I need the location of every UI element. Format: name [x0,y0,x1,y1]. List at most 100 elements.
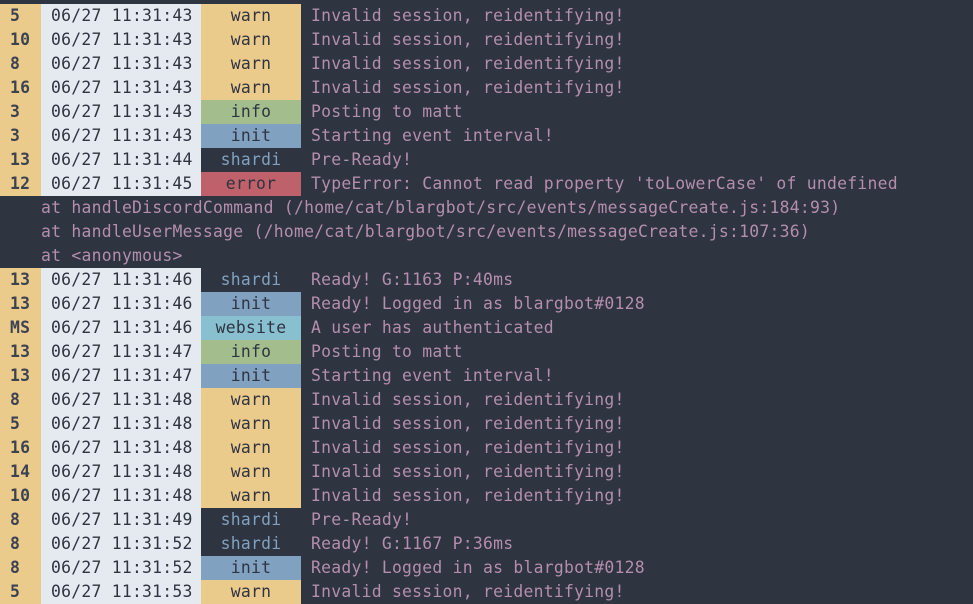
shard-id: 10 [0,28,41,52]
timestamp: 06/27 11:31:43 [41,4,201,28]
timestamp: 06/27 11:31:47 [41,364,201,388]
log-level-badge: info [201,100,301,124]
log-message: Invalid session, reidentifying! [311,582,625,601]
shard-id: 13 [0,292,41,316]
shard-id: 8 [0,556,41,580]
timestamp: 06/27 11:31:47 [41,340,201,364]
log-message: Invalid session, reidentifying! [311,6,625,25]
log-row: 8 06/27 11:31:52 shardi Ready! G:1167 P:36m… [0,532,973,556]
log-row: 13 06/27 11:31:44 shardi Pre-Ready! [0,148,973,172]
timestamp: 06/27 11:31:43 [41,100,201,124]
log-row: 8 06/27 11:31:43 warn Invalid session, reid… [0,52,973,76]
log-row: 5 06/27 11:31:43 warn Invalid session, reid… [0,4,973,28]
log-level-badge: info [201,340,301,364]
log-row: 10 06/27 11:31:48 warn Invalid session, rei… [0,484,973,508]
timestamp: 06/27 11:31:52 [41,556,201,580]
log-level-badge: shardi [220,534,282,553]
log-message: Invalid session, reidentifying! [311,486,625,505]
log-message: Invalid session, reidentifying! [311,414,625,433]
log-row: 14 06/27 11:31:48 warn Invalid session, rei… [0,460,973,484]
shard-id: 14 [0,460,41,484]
log-message: Pre-Ready! [311,510,413,529]
timestamp: 06/27 11:31:46 [41,316,201,340]
log-level-badge: warn [201,4,301,28]
shard-id: 8 [0,388,41,412]
log-message: Invalid session, reidentifying! [311,54,625,73]
log-level-badge: shardi [220,510,282,529]
log-level-badge: warn [201,388,301,412]
terminal-log: 5 06/27 11:31:43 warn Invalid session, reid… [0,0,973,604]
log-level-badge: warn [201,76,301,100]
shard-id: 13 [0,268,41,292]
shard-id: 12 [0,172,41,196]
shard-id: 8 [0,52,41,76]
log-row: 3 06/27 11:31:43 info Posting to matt [0,100,973,124]
log-message: Invalid session, reidentifying! [311,462,625,481]
shard-id: 13 [0,364,41,388]
shard-id: 13 [0,148,41,172]
log-message: Ready! Logged in as blargbot#0128 [311,294,645,313]
log-level-badge: warn [201,580,301,604]
shard-id: 5 [0,4,41,28]
log-level-badge: warn [201,412,301,436]
log-row: 5 06/27 11:31:48 warn Invalid session, reid… [0,412,973,436]
log-level-badge: init [201,556,301,580]
log-message: Invalid session, reidentifying! [311,30,625,49]
timestamp: 06/27 11:31:48 [41,460,201,484]
log-level-badge: shardi [220,270,282,289]
timestamp: 06/27 11:31:48 [41,388,201,412]
shard-id: 16 [0,76,41,100]
log-message: Posting to matt [311,102,463,121]
log-row: 13 06/27 11:31:47 info Posting to matt [0,340,973,364]
log-message: Ready! G:1163 P:40ms [311,270,514,289]
log-level-badge: shardi [220,150,282,169]
log-row: 13 06/27 11:31:47 init Starting event inter… [0,364,973,388]
timestamp: 06/27 11:31:46 [41,292,201,316]
timestamp: 06/27 11:31:52 [41,532,201,556]
log-level-badge: warn [201,52,301,76]
stack-trace-line: at handleUserMessage (/home/cat/blargbot… [41,222,810,241]
log-row: 8 06/27 11:31:52 init Ready! Logged in as b… [0,556,973,580]
shard-id: 5 [0,580,41,604]
log-level-badge: error [201,172,301,196]
log-message: Invalid session, reidentifying! [311,78,625,97]
log-row: MS 06/27 11:31:46 website A user has authen… [0,316,973,340]
log-message: Invalid session, reidentifying! [311,438,625,457]
log-row: 16 06/27 11:31:48 warn Invalid session, rei… [0,436,973,460]
log-level-badge: warn [201,460,301,484]
shard-id: 3 [0,100,41,124]
log-level-badge: website [201,316,301,340]
log-message: A user has authenticated [311,318,554,337]
timestamp: 06/27 11:31:44 [41,148,201,172]
log-row: 5 06/27 11:31:53 warn Invalid session, reid… [0,580,973,604]
log-level-badge: init [201,364,301,388]
log-row: 3 06/27 11:31:43 init Starting event interv… [0,124,973,148]
log-row: 13 06/27 11:31:46 init Ready! Logged in as … [0,292,973,316]
timestamp: 06/27 11:31:48 [41,412,201,436]
log-level-badge: init [201,124,301,148]
log-message: Starting event interval! [311,126,554,145]
shard-id: 3 [0,124,41,148]
stack-trace-line: at <anonymous> [41,246,183,265]
log-row: 16 06/27 11:31:43 warn Invalid session, rei… [0,76,973,100]
log-row: 8 06/27 11:31:49 shardi Pre-Ready! [0,508,973,532]
log-row: 13 06/27 11:31:46 shardi Ready! G:1163 P:40… [0,268,973,292]
timestamp: 06/27 11:31:48 [41,484,201,508]
log-message: Ready! Logged in as blargbot#0128 [311,558,645,577]
shard-id: 8 [0,532,41,556]
timestamp: 06/27 11:31:46 [41,268,201,292]
log-message: TypeError: Cannot read property 'toLower… [311,174,898,193]
shard-id: 16 [0,436,41,460]
stack-trace-line: at handleDiscordCommand (/home/cat/blarg… [41,198,841,217]
log-row: 10 06/27 11:31:43 warn Invalid session, rei… [0,28,973,52]
timestamp: 06/27 11:31:48 [41,436,201,460]
timestamp: 06/27 11:31:43 [41,28,201,52]
log-row: 12 06/27 11:31:45 error TypeError: Cannot r… [0,172,973,196]
shard-id: 8 [0,508,41,532]
timestamp: 06/27 11:31:53 [41,580,201,604]
shard-id: 13 [0,340,41,364]
log-level-badge: init [201,292,301,316]
log-message: Posting to matt [311,342,463,361]
shard-id: 5 [0,412,41,436]
timestamp: 06/27 11:31:49 [41,508,201,532]
